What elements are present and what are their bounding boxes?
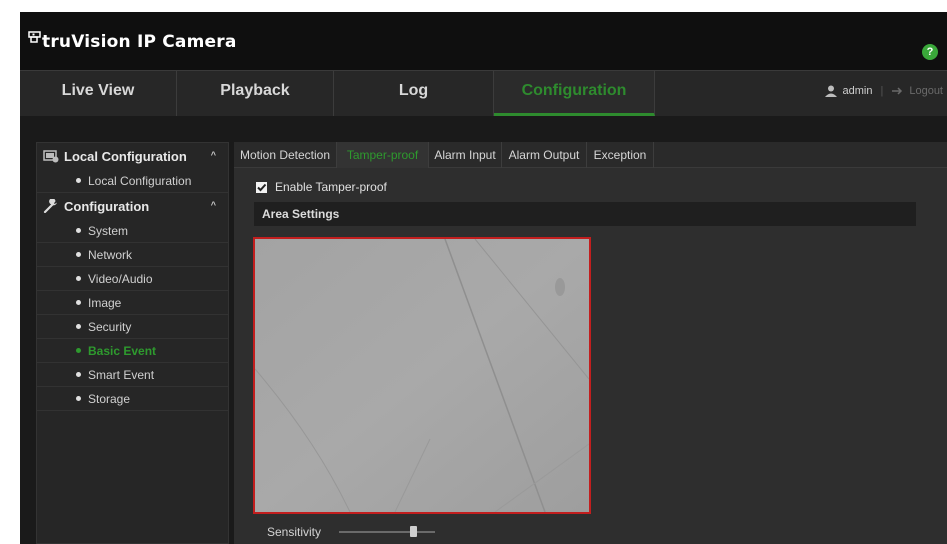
enable-tamper-row: Enable Tamper-proof <box>256 180 387 194</box>
tab-exception[interactable]: Exception <box>587 142 654 168</box>
tab-alarm-input[interactable]: Alarm Input <box>429 142 502 168</box>
user-icon <box>824 85 837 97</box>
sidebar-item-network[interactable]: Network <box>37 243 228 267</box>
sidebar-item-basic-event[interactable]: Basic Event <box>37 339 228 363</box>
brand: truVision IP Camera <box>28 31 237 52</box>
local-config-icon <box>43 150 59 163</box>
sidebar-group-configuration[interactable]: Configuration ^ <box>37 193 228 219</box>
sidebar-item-label: Video/Audio <box>88 271 153 286</box>
slider-thumb[interactable] <box>410 526 418 537</box>
user-separator: | <box>880 85 884 97</box>
sensitivity-slider[interactable] <box>339 526 436 537</box>
nav-tab-configuration[interactable]: Configuration <box>494 71 655 116</box>
sidebar-item-label: Basic Event <box>88 343 157 358</box>
bullet-icon <box>76 300 81 305</box>
bullet-icon <box>76 228 81 233</box>
brand-title: truVision IP Camera <box>42 32 237 52</box>
tab-alarm-output[interactable]: Alarm Output <box>502 142 587 168</box>
sidebar-item-label: Smart Event <box>88 367 155 382</box>
nav-tab-log[interactable]: Log <box>334 71 494 116</box>
title-bar: truVision IP Camera ? <box>20 12 947 70</box>
bullet-icon <box>76 252 81 257</box>
sidebar-item-label: Security <box>88 319 132 334</box>
sidebar-item-security[interactable]: Security <box>37 315 228 339</box>
sensitivity-row: Sensitivity <box>267 525 436 539</box>
top-navigation: Live View Playback Log Configuration adm… <box>20 70 947 116</box>
sidebar-group-label: Configuration <box>64 198 150 214</box>
help-icon[interactable]: ? <box>922 44 938 60</box>
sidebar-item-storage[interactable]: Storage <box>37 387 228 411</box>
username: admin <box>842 85 873 97</box>
sidebar-item-label: System <box>88 223 129 238</box>
sidebar-item-label: Image <box>88 295 122 310</box>
camera-preview-area[interactable] <box>253 237 591 514</box>
nav-tab-live-view[interactable]: Live View <box>20 71 177 116</box>
sidebar-group-label: Local Configuration <box>64 148 187 164</box>
bullet-icon <box>76 276 81 281</box>
collapse-caret-icon[interactable]: ^ <box>211 150 216 160</box>
sidebar-item-label: Local Configuration <box>88 173 192 188</box>
wrench-icon <box>43 199 57 213</box>
logout-button[interactable]: Logout <box>891 85 943 97</box>
collapse-caret-icon[interactable]: ^ <box>211 200 216 210</box>
enable-tamper-checkbox[interactable] <box>256 181 267 193</box>
tab-motion-detection[interactable]: Motion Detection <box>234 142 337 168</box>
sidebar-item-local-configuration[interactable]: Local Configuration <box>37 169 228 193</box>
bullet-icon <box>76 348 81 353</box>
camera-web-app: truVision IP Camera ? Live View Playback… <box>20 12 947 544</box>
sidebar-item-image[interactable]: Image <box>37 291 228 315</box>
camera-image <box>255 239 589 512</box>
user-area: admin | Logout <box>824 85 943 97</box>
nav-tab-playback[interactable]: Playback <box>177 71 334 116</box>
sidebar-item-video-audio[interactable]: Video/Audio <box>37 267 228 291</box>
sidebar: Local Configuration ^ Local Configuratio… <box>36 142 229 544</box>
sidebar-item-label: Storage <box>88 391 131 406</box>
sidebar-group-local-configuration[interactable]: Local Configuration ^ <box>37 143 228 169</box>
bullet-icon <box>76 178 81 183</box>
tab-tamper-proof[interactable]: Tamper-proof <box>337 142 429 168</box>
logout-label: Logout <box>909 85 943 97</box>
bullet-icon <box>76 324 81 329</box>
area-settings-header: Area Settings <box>254 202 916 226</box>
main-panel: Motion Detection Tamper-proof Alarm Inpu… <box>234 142 947 544</box>
event-sub-tabs: Motion Detection Tamper-proof Alarm Inpu… <box>234 142 947 168</box>
checkmark-icon <box>257 183 267 191</box>
sidebar-item-label: Network <box>88 247 133 262</box>
sidebar-item-smart-event[interactable]: Smart Event <box>37 363 228 387</box>
content-area: Local Configuration ^ Local Configuratio… <box>20 116 947 544</box>
sensitivity-label: Sensitivity <box>267 525 322 539</box>
slider-track <box>339 531 436 533</box>
bullet-icon <box>76 396 81 401</box>
bullet-icon <box>76 372 81 377</box>
camera-logo-icon <box>28 31 41 43</box>
logout-icon <box>892 87 903 95</box>
enable-tamper-label: Enable Tamper-proof <box>275 180 387 194</box>
sidebar-item-system[interactable]: System <box>37 219 228 243</box>
